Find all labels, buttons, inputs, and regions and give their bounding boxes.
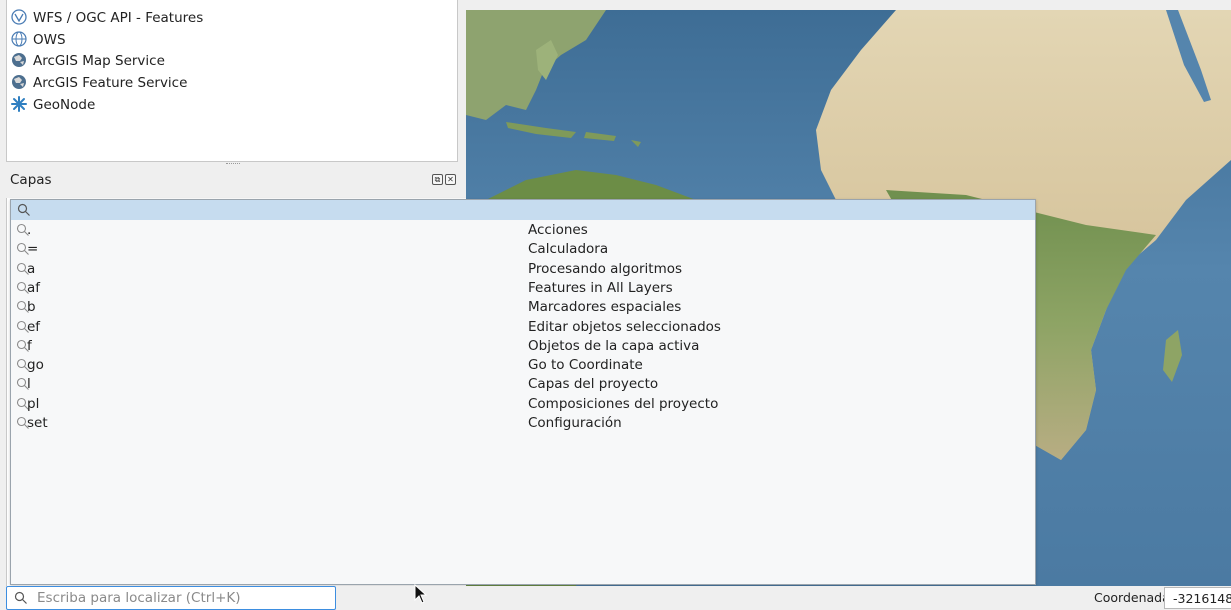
wfs-icon (11, 9, 27, 25)
layers-panel-title: Capas (10, 172, 52, 188)
geonode-icon (11, 96, 27, 112)
browser-panel: WFS / OGC API - Features OWS ArcGIS Map … (0, 0, 466, 166)
filter-label: Calculadora (528, 241, 609, 258)
coordinate-field[interactable]: -3216148 (1164, 587, 1231, 609)
filter-label: Editar objetos seleccionados (528, 318, 721, 335)
filter-label: Composiciones del proyecto (528, 395, 719, 412)
mouse-cursor-icon (414, 584, 428, 604)
filter-label: Acciones (528, 222, 588, 238)
filter-prefix: l (27, 376, 31, 393)
locator-filter-row[interactable]: ef Editar objetos seleccionados (11, 318, 1035, 337)
browser-item-label: GeoNode (33, 96, 96, 113)
panel-splitter[interactable] (226, 163, 240, 165)
filter-label: Capas del proyecto (528, 376, 659, 393)
browser-tree[interactable]: WFS / OGC API - Features OWS ArcGIS Map … (6, 0, 458, 162)
browser-item-wfs[interactable]: WFS / OGC API - Features (11, 7, 204, 28)
filter-prefix: a (27, 260, 36, 277)
browser-item-arcgis-feature[interactable]: ArcGIS Feature Service (12, 72, 188, 93)
locator-filter-row[interactable]: af Features in All Layers (11, 279, 1035, 298)
filter-prefix: ef (27, 318, 41, 335)
locator-filter-row[interactable]: go Go to Coordinate (11, 356, 1035, 375)
filter-label: Go to Coordinate (528, 357, 643, 374)
filter-label: Objetos de la capa activa (528, 337, 700, 354)
locator-filter-row[interactable]: set Configuración (11, 414, 1035, 433)
locator-filter-row[interactable]: f Objetos de la capa activa (11, 337, 1035, 356)
search-icon (14, 591, 27, 604)
filter-prefix: set (27, 415, 48, 431)
filter-prefix: pl (27, 395, 40, 412)
close-icon[interactable]: ✕ (445, 174, 456, 185)
ows-globe-icon (11, 31, 27, 47)
browser-item-geonode[interactable]: GeoNode (11, 94, 96, 115)
locator-filter-row[interactable]: pl Composiciones del proyecto (11, 395, 1035, 414)
browser-item-arcgis-map[interactable]: ArcGIS Map Service (12, 50, 165, 71)
locator-search-input[interactable] (37, 589, 327, 607)
browser-item-label: WFS / OGC API - Features (33, 9, 204, 26)
filter-label: Procesando algoritmos (528, 260, 683, 277)
locator-current-row[interactable] (11, 200, 1035, 220)
locator-filter-row[interactable]: . Acciones (11, 221, 1035, 240)
locator-filter-row[interactable]: a Procesando algoritmos (11, 260, 1035, 279)
filter-prefix: f (27, 337, 32, 354)
coordinate-label: Coordenada (1094, 590, 1170, 605)
locator-search-box[interactable] (6, 586, 336, 610)
locator-filter-row[interactable]: l Capas del proyecto (11, 375, 1035, 394)
locator-results-popup[interactable]: . Acciones = Calculadora a Procesando algorit… (10, 199, 1036, 585)
coordinate-value: -3216148 (1173, 591, 1231, 606)
filter-prefix: go (27, 357, 44, 374)
filter-prefix: b (27, 299, 36, 316)
locator-filter-row[interactable]: = Calculadora (11, 240, 1035, 259)
browser-item-label: OWS (33, 31, 66, 48)
browser-item-ows[interactable]: OWS (11, 29, 66, 50)
layers-panel-header (0, 166, 466, 198)
filter-label: Configuración (528, 415, 622, 431)
filter-label: Features in All Layers (528, 279, 673, 296)
filter-prefix: af (27, 279, 41, 296)
locator-filter-row[interactable]: b Marcadores espaciales (11, 298, 1035, 317)
arcgis-globe-icon (12, 53, 26, 67)
filter-prefix: . (27, 222, 32, 238)
arcgis-globe-icon (12, 75, 26, 89)
search-icon (17, 203, 30, 216)
filter-label: Marcadores espaciales (528, 299, 682, 316)
float-icon[interactable]: ⧉ (432, 174, 443, 185)
browser-item-label: ArcGIS Feature Service (33, 74, 188, 91)
browser-item-label: ArcGIS Map Service (33, 52, 165, 69)
filter-prefix: = (27, 241, 39, 258)
